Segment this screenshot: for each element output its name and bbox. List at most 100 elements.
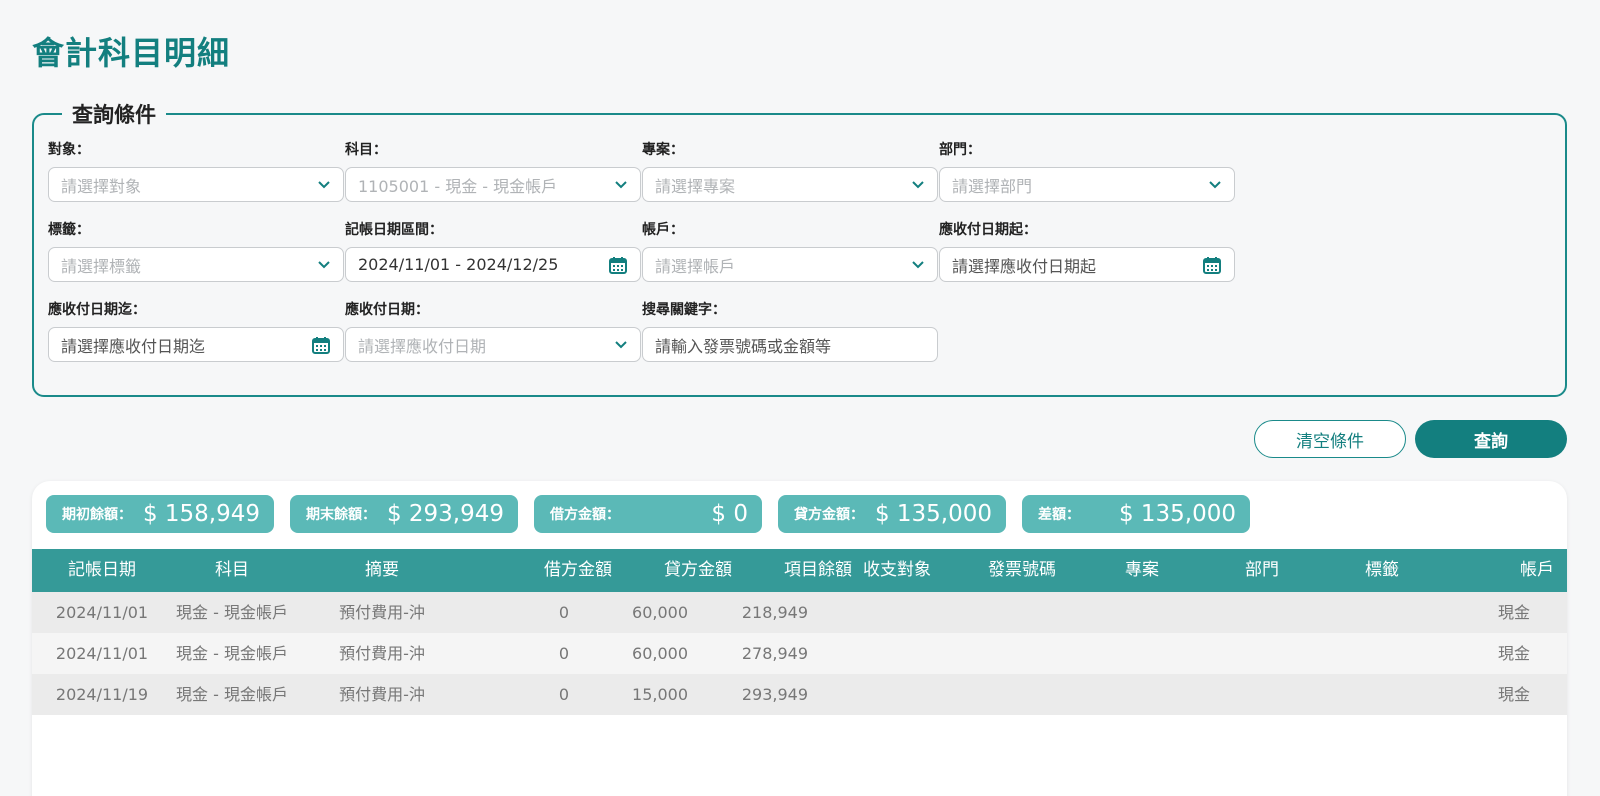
- date-range-label: 記帳日期區間：: [345, 222, 443, 238]
- due-date-label: 應收付日期：: [345, 302, 429, 318]
- column-header[interactable]: 記帳日期: [32, 549, 172, 592]
- column-header[interactable]: 貸方金額: [592, 549, 732, 592]
- cell-credit: 60,000: [632, 644, 688, 663]
- account-field: 帳戶： 請選擇帳戶: [642, 219, 938, 282]
- target-field: 對象： 請選擇對象: [48, 139, 344, 202]
- query-legend: 查詢條件: [62, 99, 166, 129]
- summary-label: 差額：: [1038, 507, 1080, 523]
- target-label: 對象：: [48, 142, 90, 158]
- column-header[interactable]: 標籤: [1322, 549, 1442, 592]
- cell-debit: 0: [558, 685, 569, 704]
- cell-account: 現金: [1497, 685, 1530, 704]
- due-end-field: 應收付日期迄： 請選擇應收付日期迄: [48, 299, 344, 362]
- project-field: 專案： 請選擇專案: [642, 139, 938, 202]
- due-date-field: 應收付日期： 請選擇應收付日期: [345, 299, 641, 362]
- tag-field: 標籤： 請選擇標籤: [48, 219, 344, 282]
- column-header[interactable]: 摘要: [322, 549, 442, 592]
- department-label: 部門：: [939, 142, 981, 158]
- chevron-down-icon: [1209, 181, 1221, 189]
- keyword-label: 搜尋關鍵字：: [642, 302, 726, 318]
- summary-value: $ 0: [711, 501, 748, 527]
- column-header[interactable]: 收支對象: [842, 549, 952, 592]
- chevron-down-icon: [912, 181, 924, 189]
- date-range-value: 2024/11/01 - 2024/12/25: [358, 255, 559, 274]
- cell-date: 2024/11/01: [55, 644, 149, 663]
- cell-subject: 現金 - 現金帳戶: [176, 685, 288, 704]
- chevron-down-icon: [318, 181, 330, 189]
- due-date-select[interactable]: 請選擇應收付日期: [345, 327, 641, 362]
- summary-label: 借方金額：: [550, 507, 620, 523]
- summary-value: $ 158,949: [142, 501, 260, 527]
- summary-opening-balance: 期初餘額： $ 158,949: [46, 495, 274, 533]
- table-row[interactable]: 2024/11/01 現金 - 現金帳戶 預付費用-沖 0 60,000 218…: [32, 592, 1567, 633]
- summary-label: 貸方金額：: [794, 507, 864, 523]
- target-placeholder: 請選擇對象: [61, 176, 142, 196]
- account-label: 帳戶：: [642, 222, 684, 238]
- chevron-down-icon: [615, 181, 627, 189]
- column-header[interactable]: 部門: [1202, 549, 1322, 592]
- cell-credit: 60,000: [632, 603, 688, 622]
- cell-debit: 0: [558, 603, 569, 622]
- cell-account: 現金: [1497, 644, 1530, 663]
- department-placeholder: 請選擇部門: [952, 176, 1033, 196]
- due-start-placeholder: 請選擇應收付日期起: [952, 256, 1097, 276]
- column-header[interactable]: 借方金額: [472, 549, 612, 592]
- tag-label: 標籤：: [48, 222, 90, 238]
- chevron-down-icon: [615, 341, 627, 349]
- cell-date: 2024/11/01: [55, 603, 149, 622]
- due-start-label: 應收付日期起：: [939, 222, 1037, 238]
- result-panel: 期初餘額： $ 158,949 期末餘額： $ 293,949 借方金額： $ …: [32, 481, 1567, 796]
- column-header[interactable]: 項目餘額: [712, 549, 852, 592]
- calendar-icon[interactable]: [311, 335, 331, 355]
- cell-credit: 15,000: [632, 685, 688, 704]
- keyword-placeholder: 請輸入發票號碼或金額等: [655, 336, 832, 356]
- keyword-field: 搜尋關鍵字： 請輸入發票號碼或金額等: [642, 299, 938, 362]
- column-header[interactable]: 科目: [172, 549, 292, 592]
- column-header[interactable]: 專案: [1082, 549, 1202, 592]
- project-select[interactable]: 請選擇專案: [642, 167, 938, 202]
- tag-select[interactable]: 請選擇標籤: [48, 247, 344, 282]
- chevron-down-icon: [318, 261, 330, 269]
- department-select[interactable]: 請選擇部門: [939, 167, 1235, 202]
- cell-balance: 278,949: [741, 644, 808, 663]
- cell-summary: 預付費用-沖: [339, 685, 425, 704]
- account-placeholder: 請選擇帳戶: [655, 256, 736, 276]
- table-row[interactable]: 2024/11/01 現金 - 現金帳戶 預付費用-沖 0 60,000 278…: [32, 633, 1567, 674]
- cell-balance: 218,949: [741, 603, 808, 622]
- summary-label: 期末餘額：: [306, 507, 376, 523]
- cell-subject: 現金 - 現金帳戶: [176, 603, 288, 622]
- calendar-icon[interactable]: [1202, 255, 1222, 275]
- project-label: 專案：: [642, 142, 684, 158]
- date-range-field: 記帳日期區間： 2024/11/01 - 2024/12/25: [345, 219, 641, 282]
- due-end-placeholder: 請選擇應收付日期迄: [61, 336, 206, 356]
- subject-field: 科目： 1105001 - 現金 - 現金帳戶: [345, 139, 641, 202]
- cell-account: 現金: [1497, 603, 1530, 622]
- keyword-input[interactable]: 請輸入發票號碼或金額等: [642, 327, 938, 362]
- subject-value: 1105001 - 現金 - 現金帳戶: [358, 176, 558, 196]
- cell-summary: 預付費用-沖: [339, 603, 425, 622]
- due-end-label: 應收付日期迄：: [48, 302, 146, 318]
- table-row[interactable]: 2024/11/19 現金 - 現金帳戶 預付費用-沖 0 15,000 293…: [32, 674, 1567, 715]
- project-placeholder: 請選擇專案: [655, 176, 736, 196]
- account-select[interactable]: 請選擇帳戶: [642, 247, 938, 282]
- cell-summary: 預付費用-沖: [339, 644, 425, 663]
- page-title: 會計科目明細: [32, 34, 231, 72]
- summary-value: $ 293,949: [386, 501, 504, 527]
- summary-debit: 借方金額： $ 0: [534, 495, 762, 533]
- cell-balance: 293,949: [741, 685, 808, 704]
- date-range-input[interactable]: 2024/11/01 - 2024/12/25: [345, 247, 641, 282]
- column-header[interactable]: 帳戶: [1442, 549, 1562, 592]
- chevron-down-icon: [912, 261, 924, 269]
- subject-label: 科目：: [345, 142, 387, 158]
- subject-select[interactable]: 1105001 - 現金 - 現金帳戶: [345, 167, 641, 202]
- due-end-input[interactable]: 請選擇應收付日期迄: [48, 327, 344, 362]
- target-select[interactable]: 請選擇對象: [48, 167, 344, 202]
- department-field: 部門： 請選擇部門: [939, 139, 1235, 202]
- due-start-input[interactable]: 請選擇應收付日期起: [939, 247, 1235, 282]
- clear-button[interactable]: 清空條件: [1254, 420, 1406, 458]
- summary-closing-balance: 期末餘額： $ 293,949: [290, 495, 518, 533]
- column-header[interactable]: 發票號碼: [962, 549, 1082, 592]
- calendar-icon[interactable]: [608, 255, 628, 275]
- query-button[interactable]: 查詢: [1415, 420, 1567, 458]
- due-start-field: 應收付日期起： 請選擇應收付日期起: [939, 219, 1235, 282]
